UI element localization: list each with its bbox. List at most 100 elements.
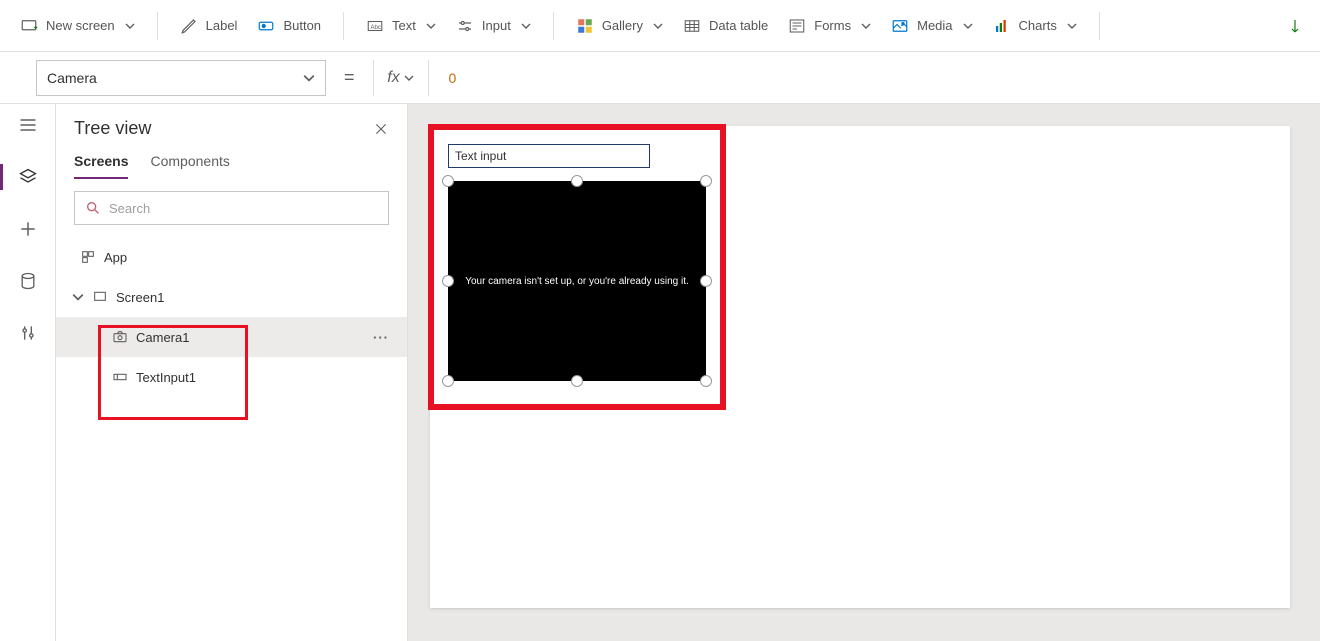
separator xyxy=(553,12,554,40)
forms-button[interactable]: Forms xyxy=(780,11,879,41)
tab-screens[interactable]: Screens xyxy=(74,153,128,179)
resize-handle[interactable] xyxy=(700,275,712,287)
app-icon xyxy=(80,249,96,265)
data-table-button[interactable]: Data table xyxy=(675,11,776,41)
data-table-label: Data table xyxy=(709,18,768,33)
resize-handle[interactable] xyxy=(442,175,454,187)
resize-handle[interactable] xyxy=(700,175,712,187)
fx-button[interactable]: fx xyxy=(373,60,429,96)
input-label: Input xyxy=(482,18,511,33)
ribbon-toolbar: New screen Label Button Abc Text Input G… xyxy=(0,0,1320,52)
gallery-button[interactable]: Gallery xyxy=(568,11,671,41)
equals-sign: = xyxy=(344,67,355,88)
property-selector[interactable]: Camera xyxy=(36,60,326,96)
search-placeholder: Search xyxy=(109,201,150,216)
chevron-down-icon xyxy=(404,73,414,83)
camera-icon xyxy=(112,329,128,345)
database-icon xyxy=(18,271,38,291)
property-label: Camera xyxy=(47,70,97,86)
resize-handle[interactable] xyxy=(442,375,454,387)
new-screen-button[interactable]: New screen xyxy=(12,11,143,41)
separator xyxy=(343,12,344,40)
camera-control[interactable]: Your camera isn't set up, or you're alre… xyxy=(448,181,706,381)
button-button[interactable]: Button xyxy=(249,11,329,41)
data-rail-button[interactable] xyxy=(17,270,39,292)
tree-item-app[interactable]: App xyxy=(56,237,407,277)
chevron-down-icon xyxy=(963,21,973,31)
pencil-icon xyxy=(180,17,198,35)
textinput-value: Text input xyxy=(455,149,506,163)
label-label: Label xyxy=(206,18,238,33)
tools-icon xyxy=(18,323,38,343)
hamburger-button[interactable] xyxy=(17,114,39,136)
tree-item-label: App xyxy=(104,250,127,265)
charts-button[interactable]: Charts xyxy=(985,11,1085,41)
label-button[interactable]: Label xyxy=(172,11,246,41)
tree-item-textinput1[interactable]: TextInput1 xyxy=(56,357,407,397)
separator xyxy=(1099,12,1100,40)
resize-handle[interactable] xyxy=(571,375,583,387)
insert-rail-button[interactable] xyxy=(17,218,39,240)
formula-bar: Camera = fx 0 xyxy=(0,52,1320,104)
canvas-frame-wrap: Text input Your camera isn't set up, or … xyxy=(430,126,1290,608)
tree-item-label: Camera1 xyxy=(136,330,189,345)
input-button[interactable]: Input xyxy=(448,11,539,41)
text-label: Text xyxy=(392,18,416,33)
forms-icon xyxy=(788,17,806,35)
tree-tabs: Screens Components xyxy=(56,147,407,179)
formula-value: 0 xyxy=(449,70,457,86)
tree-search-wrap: Search xyxy=(56,179,407,237)
separator xyxy=(157,12,158,40)
close-icon[interactable] xyxy=(373,121,389,137)
plus-icon xyxy=(18,219,38,239)
tree-view-rail-button[interactable] xyxy=(17,166,39,188)
chevron-down-icon xyxy=(1067,21,1077,31)
button-label: Button xyxy=(283,18,321,33)
chevron-down-icon xyxy=(303,72,315,84)
search-input[interactable]: Search xyxy=(74,191,389,225)
chevron-down-icon xyxy=(125,21,135,31)
formula-input[interactable]: 0 xyxy=(437,60,1320,96)
tree-title: Tree view xyxy=(74,118,151,139)
media-button[interactable]: Media xyxy=(883,11,980,41)
camera-message: Your camera isn't set up, or you're alre… xyxy=(465,276,689,287)
overflow-icon xyxy=(1286,17,1304,35)
chevron-down-icon xyxy=(653,21,663,31)
resize-handle[interactable] xyxy=(571,175,583,187)
canvas-area[interactable]: Text input Your camera isn't set up, or … xyxy=(408,104,1320,641)
forms-label: Forms xyxy=(814,18,851,33)
button-icon xyxy=(257,17,275,35)
tree-header: Tree view xyxy=(56,104,407,147)
text-icon: Abc xyxy=(366,17,384,35)
textinput-control[interactable]: Text input xyxy=(448,144,650,168)
chevron-down-icon[interactable] xyxy=(72,291,84,303)
chevron-down-icon xyxy=(426,21,436,31)
media-icon xyxy=(891,17,909,35)
screen-icon xyxy=(92,289,108,305)
hamburger-icon xyxy=(18,115,38,135)
tree-item-camera1[interactable]: Camera1 ··· xyxy=(56,317,407,357)
tree-item-label: Screen1 xyxy=(116,290,164,305)
canvas-frame[interactable]: Text input Your camera isn't set up, or … xyxy=(430,126,1290,608)
resize-handle[interactable] xyxy=(700,375,712,387)
resize-handle[interactable] xyxy=(442,275,454,287)
tree-list: App Screen1 Camera1 ··· TextInput1 xyxy=(56,237,407,641)
charts-icon xyxy=(993,17,1011,35)
gallery-label: Gallery xyxy=(602,18,643,33)
textinput-icon xyxy=(112,369,128,385)
main-area: Tree view Screens Components Search App … xyxy=(0,104,1320,641)
more-button[interactable]: ··· xyxy=(373,330,389,345)
layers-icon xyxy=(18,167,38,187)
overflow-button[interactable] xyxy=(1282,13,1308,39)
search-icon xyxy=(85,200,101,216)
tree-item-screen1[interactable]: Screen1 xyxy=(56,277,407,317)
active-marker xyxy=(0,164,3,190)
tree-view-panel: Tree view Screens Components Search App … xyxy=(56,104,408,641)
fx-label: fx xyxy=(387,69,399,87)
tab-components[interactable]: Components xyxy=(150,153,229,179)
left-rail xyxy=(0,104,56,641)
tools-rail-button[interactable] xyxy=(17,322,39,344)
text-button[interactable]: Abc Text xyxy=(358,11,444,41)
sliders-icon xyxy=(456,17,474,35)
new-screen-label: New screen xyxy=(46,18,115,33)
